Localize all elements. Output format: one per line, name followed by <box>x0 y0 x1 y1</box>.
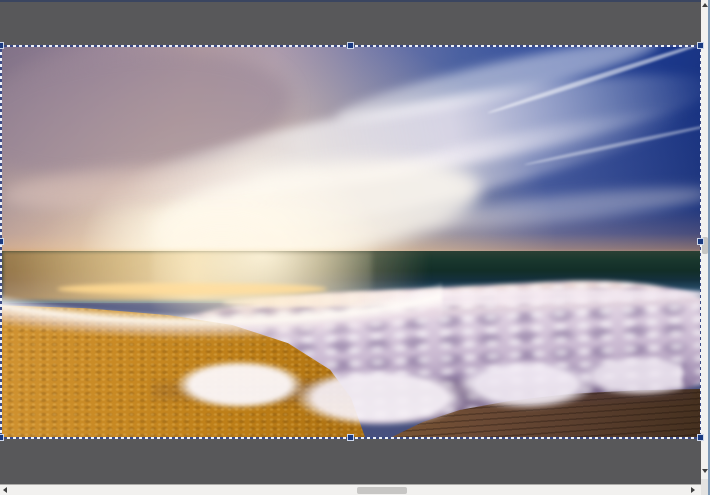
beach-sunset-photo[interactable] <box>2 47 700 437</box>
scroll-right-arrow-icon[interactable] <box>691 487 695 493</box>
horizontal-scrollbar[interactable] <box>0 484 701 495</box>
selection-handle-top-center[interactable] <box>347 42 354 49</box>
selection-handle-bottom-right[interactable] <box>697 434 704 441</box>
selection-handle-bottom-center[interactable] <box>347 434 354 441</box>
photo-sun-haze <box>2 197 502 437</box>
scroll-left-arrow-icon[interactable] <box>3 487 7 493</box>
image-editor-canvas[interactable] <box>0 0 710 495</box>
selection-handle-middle-right[interactable] <box>697 238 704 245</box>
selection-handle-bottom-left[interactable] <box>0 434 4 441</box>
window-top-edge <box>0 0 701 2</box>
selection-handle-middle-left[interactable] <box>0 238 4 245</box>
selection-handle-top-right[interactable] <box>697 42 704 49</box>
horizontal-scrollbar-thumb[interactable] <box>357 487 407 494</box>
selection-handle-top-left[interactable] <box>0 42 4 49</box>
